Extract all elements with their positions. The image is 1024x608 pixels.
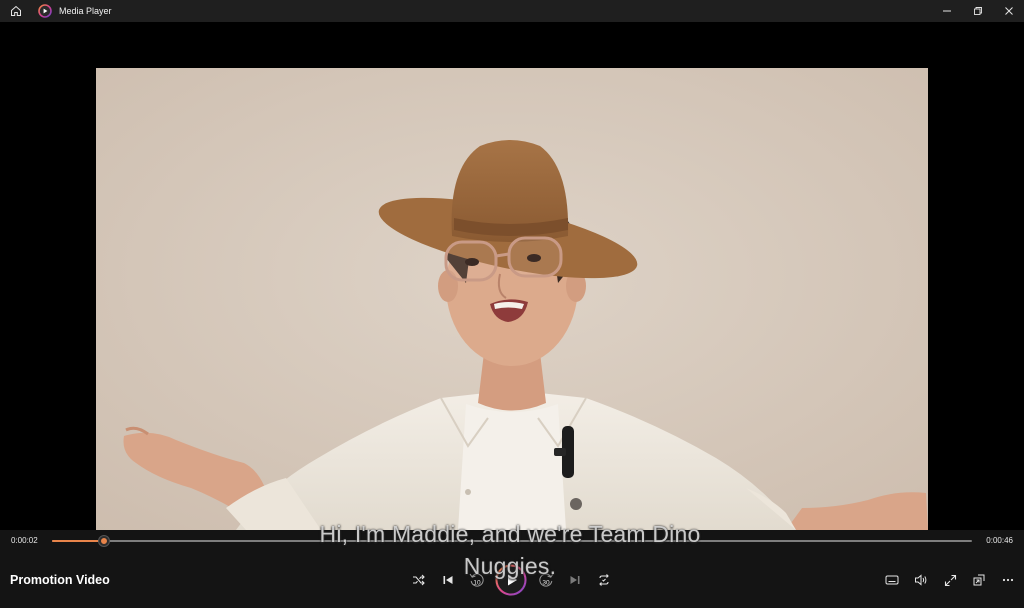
home-icon: [11, 5, 21, 16]
minimize-icon: [942, 10, 951, 12]
volume-button[interactable]: [908, 567, 934, 593]
close-icon: [1004, 7, 1013, 15]
more-options-button[interactable]: [995, 567, 1021, 593]
skip-back-label: 10: [473, 580, 481, 587]
window-controls: [931, 0, 1024, 22]
seek-bar-progress: [52, 540, 104, 542]
skip-forward-label: 30: [542, 580, 550, 587]
mini-player-button[interactable]: [966, 567, 992, 593]
mini-player-icon: [973, 574, 985, 586]
restore-icon: [973, 7, 982, 15]
captions-button[interactable]: [879, 567, 905, 593]
window-title: Media Player: [59, 6, 112, 16]
video-content: [96, 68, 928, 530]
title-bar: Media Player: [0, 0, 1024, 22]
video-frame[interactable]: [96, 68, 928, 530]
video-stage[interactable]: [0, 22, 1024, 530]
minimize-button[interactable]: [931, 0, 962, 22]
close-button[interactable]: [993, 0, 1024, 22]
captions-icon: [885, 575, 899, 585]
fullscreen-button[interactable]: [937, 567, 963, 593]
more-options-icon: [1002, 578, 1014, 582]
subtitle-line-2: Nuggies.: [463, 553, 557, 579]
total-time: 0:00:46: [986, 536, 1013, 545]
media-player-app-icon: [38, 4, 52, 18]
media-title: Promotion Video: [10, 573, 110, 587]
restore-button[interactable]: [962, 0, 993, 22]
subtitle-line-1: Hi, I'm Maddie, and we're Team Dino: [319, 521, 701, 547]
current-time: 0:00:02: [11, 536, 38, 545]
home-button[interactable]: [0, 0, 32, 22]
fullscreen-icon: [944, 574, 956, 586]
volume-icon: [915, 574, 927, 586]
seek-bar-thumb[interactable]: [98, 536, 109, 546]
